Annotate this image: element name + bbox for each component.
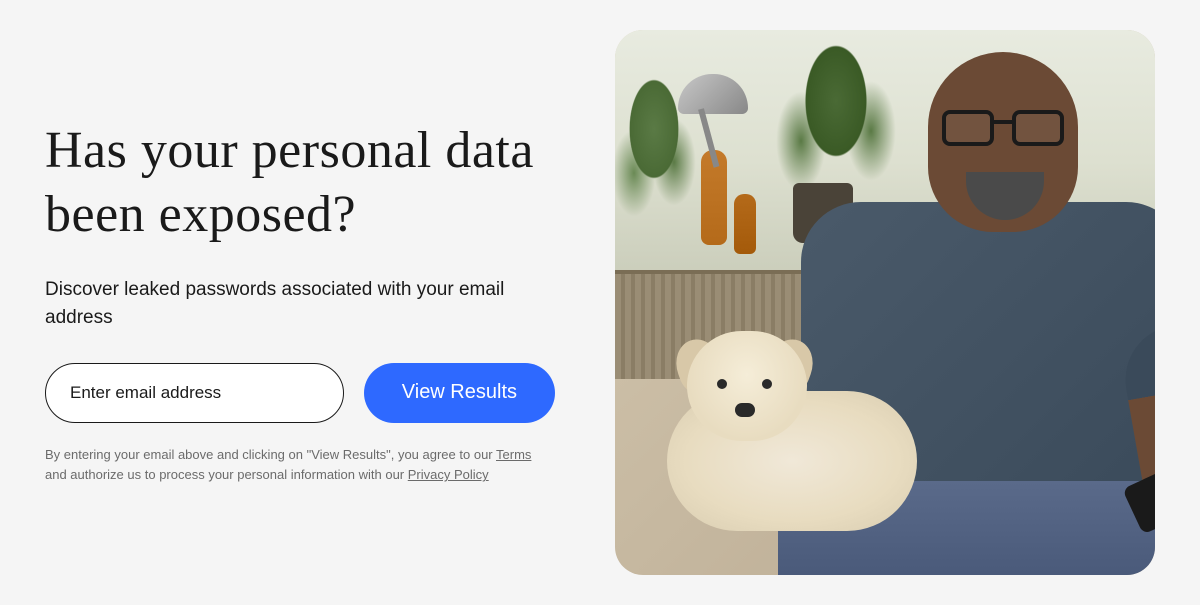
email-field[interactable] [45,363,344,423]
illustration-dog [647,331,927,531]
disclaimer-prefix: By entering your email above and clickin… [45,447,496,462]
hero-image [615,30,1155,575]
hero-section: Has your personal data been exposed? Dis… [45,30,1155,575]
terms-link[interactable]: Terms [496,447,531,462]
hero-headline: Has your personal data been exposed? [45,119,555,248]
illustration-bottle [734,194,756,254]
hero-subhead: Discover leaked passwords associated wit… [45,276,555,333]
disclaimer-middle: and authorize us to process your persona… [45,467,408,482]
email-form: View Results [45,363,555,423]
privacy-link[interactable]: Privacy Policy [408,467,489,482]
hero-content: Has your personal data been exposed? Dis… [45,119,565,487]
illustration-lamp [658,74,758,154]
view-results-button[interactable]: View Results [364,363,555,423]
disclaimer-text: By entering your email above and clickin… [45,445,555,487]
